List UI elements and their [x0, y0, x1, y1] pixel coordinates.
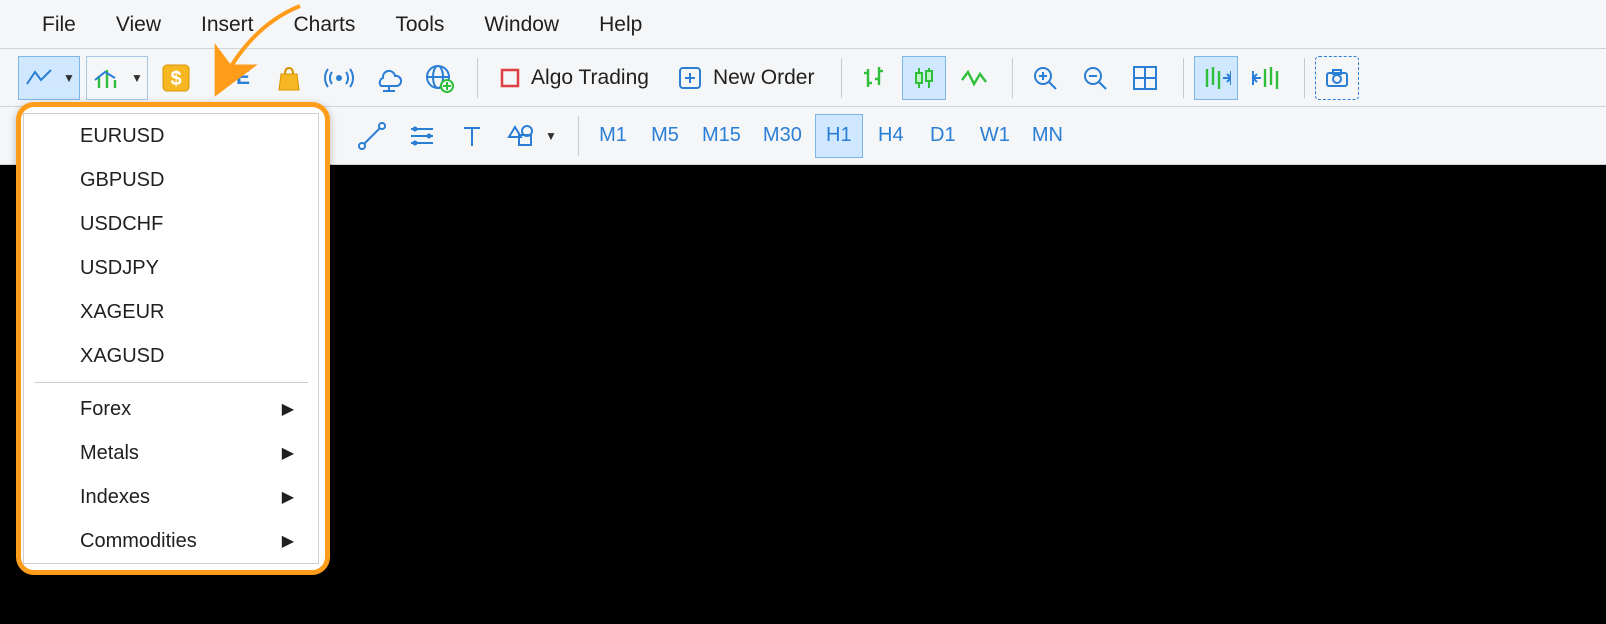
dropdown-arrow-icon[interactable]: ▼: [127, 71, 147, 85]
new-order-button[interactable]: New Order: [666, 56, 826, 100]
symbol-item-gbpusd[interactable]: GBPUSD: [24, 158, 318, 202]
svg-text:$: $: [170, 68, 181, 90]
menu-insert[interactable]: Insert: [181, 0, 274, 49]
algo-trading-label: Algo Trading: [531, 66, 649, 90]
chart-candles-button[interactable]: [902, 56, 946, 100]
submenu-arrow-icon: ▶: [282, 531, 294, 551]
tile-windows-button[interactable]: [1123, 56, 1167, 100]
web-button[interactable]: [417, 56, 461, 100]
zoom-in-button[interactable]: [1023, 56, 1067, 100]
chart-type-line-split[interactable]: ▼: [18, 56, 80, 100]
stop-icon: [499, 67, 521, 89]
new-order-label: New Order: [713, 66, 815, 90]
menu-charts[interactable]: Charts: [274, 0, 376, 49]
category-label: Commodities: [80, 530, 197, 553]
menu-file[interactable]: File: [22, 0, 96, 49]
symbol-category-metals[interactable]: Metals ▶: [24, 431, 318, 475]
symbol-item-eurusd[interactable]: EURUSD: [24, 114, 318, 158]
vps-button[interactable]: [367, 56, 411, 100]
menu-window[interactable]: Window: [464, 0, 579, 49]
popup-divider: [34, 382, 308, 383]
chart-line-button[interactable]: [952, 56, 996, 100]
toolbar-main: ▼ ▼ $ IDE: [0, 49, 1606, 107]
shapes-icon: [501, 123, 541, 149]
submenu-arrow-icon: ▶: [282, 399, 294, 419]
separator: [841, 58, 842, 98]
separator: [1012, 58, 1013, 98]
draw-equidistant-button[interactable]: [400, 114, 444, 158]
ohlc-bars-icon: [861, 65, 887, 91]
chart-type-bar-split[interactable]: ▼: [86, 56, 148, 100]
symbol-item-usdchf[interactable]: USDCHF: [24, 202, 318, 246]
shift-start-icon: [1251, 65, 1281, 91]
separator: [578, 116, 579, 156]
timeframe-h1[interactable]: H1: [815, 114, 863, 158]
zoom-out-icon: [1081, 64, 1109, 92]
algo-trading-button[interactable]: Algo Trading: [488, 56, 660, 100]
timeframe-w1[interactable]: W1: [971, 114, 1019, 158]
symbol-category-forex[interactable]: Forex ▶: [24, 387, 318, 431]
zigzag-icon: [960, 66, 988, 90]
new-symbol-button[interactable]: $: [154, 56, 198, 100]
grid-icon: [1131, 64, 1159, 92]
symbol-category-commodities[interactable]: Commodities ▶: [24, 519, 318, 563]
market-button[interactable]: [267, 56, 311, 100]
zoom-out-button[interactable]: [1073, 56, 1117, 100]
symbol-item-xagusd[interactable]: XAGUSD: [24, 334, 318, 378]
dropdown-arrow-icon[interactable]: ▼: [541, 129, 561, 143]
draw-trendline-button[interactable]: [350, 114, 394, 158]
broadcast-icon: [324, 66, 354, 90]
text-icon: [460, 123, 484, 149]
signals-button[interactable]: [317, 56, 361, 100]
chart-shift-button[interactable]: [1194, 56, 1238, 100]
timeframe-h4[interactable]: H4: [867, 114, 915, 158]
draw-shapes-split[interactable]: ▼: [500, 114, 562, 158]
new-order-icon: [677, 65, 703, 91]
menu-help[interactable]: Help: [579, 0, 662, 49]
symbol-item-usdjpy[interactable]: USDJPY: [24, 246, 318, 290]
globe-plus-icon: [424, 63, 454, 93]
separator: [1183, 58, 1184, 98]
candlestick-icon: [911, 65, 937, 91]
timeframe-m30[interactable]: M30: [754, 114, 811, 158]
menu-tools[interactable]: Tools: [375, 0, 464, 49]
draw-text-button[interactable]: [450, 114, 494, 158]
channel-icon: [407, 123, 437, 149]
category-label: Indexes: [80, 486, 150, 509]
ide-button[interactable]: IDE: [204, 56, 261, 100]
cloud-icon: [373, 64, 405, 92]
line-chart-icon: [19, 66, 59, 90]
chart-bars-button[interactable]: [852, 56, 896, 100]
separator: [477, 58, 478, 98]
trendline-icon: [358, 122, 386, 150]
screenshot-button[interactable]: [1315, 56, 1359, 100]
timeframe-m15[interactable]: M15: [693, 114, 750, 158]
submenu-arrow-icon: ▶: [282, 443, 294, 463]
timeframe-m1[interactable]: M1: [589, 114, 637, 158]
dropdown-arrow-icon[interactable]: ▼: [59, 71, 79, 85]
timeframe-mn[interactable]: MN: [1023, 114, 1072, 158]
camera-icon: [1325, 68, 1349, 88]
category-label: Forex: [80, 398, 131, 421]
bar-chart-icon: [87, 66, 127, 90]
zoom-in-icon: [1031, 64, 1059, 92]
category-label: Metals: [80, 442, 139, 465]
submenu-arrow-icon: ▶: [282, 487, 294, 507]
symbol-item-xageur[interactable]: XAGEUR: [24, 290, 318, 334]
separator: [1304, 58, 1305, 98]
timeframe-d1[interactable]: D1: [919, 114, 967, 158]
symbol-dropdown-popup: EURUSD GBPUSD USDCHF USDJPY XAGEUR XAGUS…: [16, 102, 330, 575]
dollar-icon: $: [161, 63, 191, 93]
shift-end-icon: [1201, 65, 1231, 91]
menubar: File View Insert Charts Tools Window Hel…: [0, 0, 1606, 49]
chart-autoscroll-button[interactable]: [1244, 56, 1288, 100]
timeframe-m5[interactable]: M5: [641, 114, 689, 158]
menu-view[interactable]: View: [96, 0, 181, 49]
symbol-category-indexes[interactable]: Indexes ▶: [24, 475, 318, 519]
shopping-bag-icon: [275, 64, 303, 92]
